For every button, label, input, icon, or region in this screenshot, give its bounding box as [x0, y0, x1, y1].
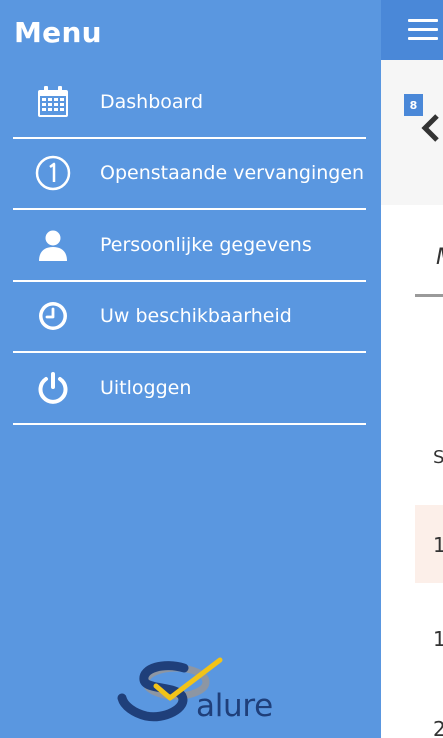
number-one-circle-icon: [35, 155, 71, 191]
column-header: M: [436, 245, 443, 270]
menu-item-persoonlijke-gegevens[interactable]: Persoonlijke gegevens: [13, 210, 366, 282]
menu-item-uitloggen[interactable]: Uitloggen: [13, 353, 366, 425]
table-cell: 1: [433, 627, 443, 651]
chevron-left-icon[interactable]: [419, 112, 443, 144]
menu-list: Dashboard Openstaande vervangingen Perso…: [13, 67, 366, 425]
menu-label-openstaande-vervangingen: Openstaande vervangingen: [100, 162, 365, 185]
menu-title: Menu: [14, 16, 102, 49]
table-cell: S: [433, 447, 443, 468]
clock-icon: [35, 298, 71, 334]
menu-item-openstaande-vervangingen[interactable]: Openstaande vervangingen: [13, 139, 366, 210]
power-icon: [35, 370, 71, 406]
menu-label-persoonlijke-gegevens: Persoonlijke gegevens: [100, 233, 312, 256]
menu-item-dashboard[interactable]: Dashboard: [13, 67, 366, 139]
sub-header: 8: [381, 60, 443, 205]
logo-text: alure: [196, 688, 273, 724]
menu-label-uitloggen: Uitloggen: [100, 376, 192, 399]
side-menu: Menu Dashboard Openstaande vervangingen …: [0, 0, 381, 738]
table-cell: 2: [433, 717, 443, 738]
calendar-icon: [35, 84, 71, 120]
menu-label-uw-beschikbaarheid: Uw beschikbaarheid: [100, 305, 292, 328]
menu-label-dashboard: Dashboard: [100, 90, 204, 113]
app-root: Menu Dashboard Openstaande vervangingen …: [0, 0, 443, 738]
hamburger-menu-icon[interactable]: [408, 19, 438, 41]
header-divider: [415, 294, 443, 297]
top-bar: [381, 0, 443, 60]
salure-logo: alure: [112, 654, 273, 726]
table-cell: 1: [433, 533, 443, 557]
main-content: 8 M S 1 1 2: [381, 0, 443, 738]
menu-item-uw-beschikbaarheid[interactable]: Uw beschikbaarheid: [13, 282, 366, 353]
user-icon: [35, 227, 71, 263]
